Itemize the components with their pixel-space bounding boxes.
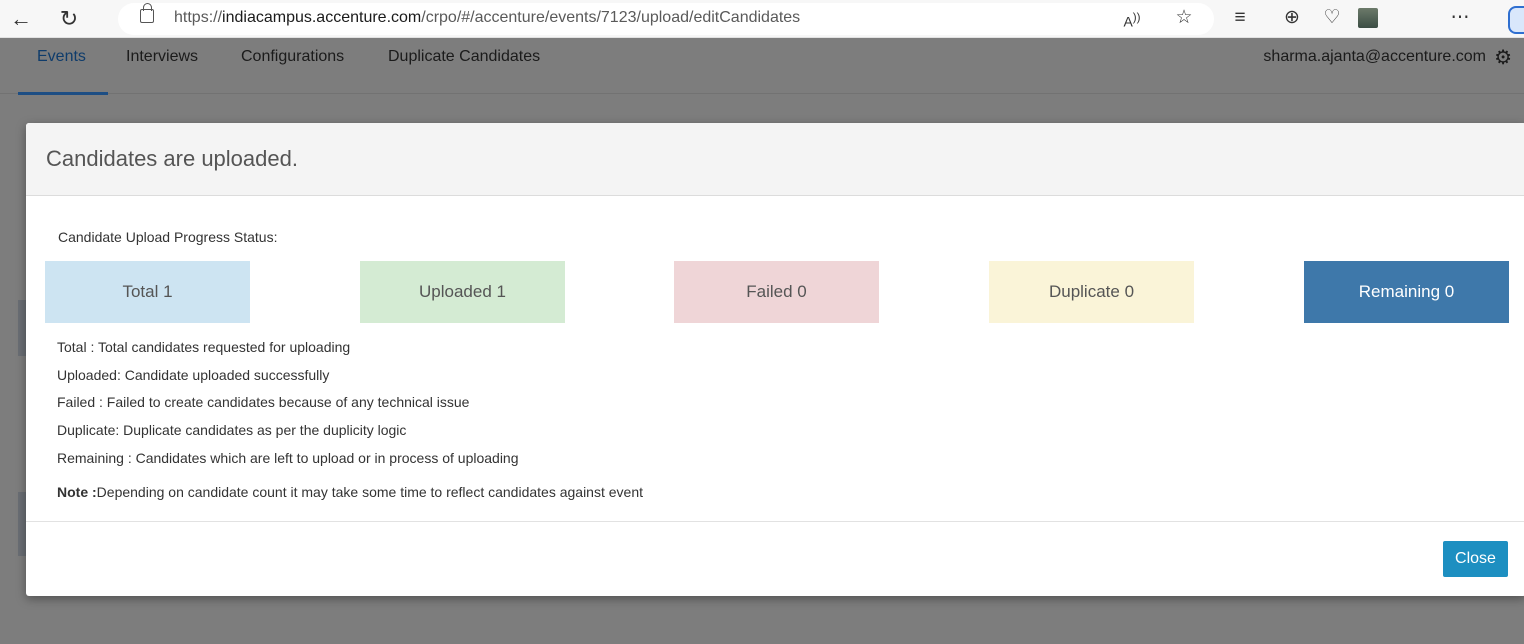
modal-title: Candidates are uploaded. <box>46 146 298 171</box>
legend-uploaded: Uploaded: Candidate uploaded successfull… <box>57 367 330 383</box>
legend-remaining: Remaining : Candidates which are left to… <box>57 450 519 466</box>
app-header: Events Interviews Configurations Duplica… <box>0 38 1524 95</box>
tab-duplicate-candidates[interactable]: Duplicate Candidates <box>388 48 540 66</box>
favorite-star-icon[interactable]: ☆ <box>1170 4 1198 32</box>
url-path: /crpo/#/accenture/events/7123/upload/edi… <box>421 9 801 26</box>
note-text: Depending on candidate count it may take… <box>96 484 643 500</box>
progress-status-label: Candidate Upload Progress Status: <box>58 229 278 245</box>
status-duplicate: Duplicate 0 <box>989 261 1194 323</box>
browser-health-icon[interactable]: ♡ <box>1318 4 1346 32</box>
profile-avatar[interactable] <box>1358 8 1378 28</box>
active-tab-indicator <box>18 92 108 95</box>
url-text[interactable]: https://indiacampus.accenture.com/crpo/#… <box>174 9 800 27</box>
upload-status-modal: Candidates are uploaded. Candidate Uploa… <box>26 123 1524 596</box>
status-remaining: Remaining 0 <box>1304 261 1509 323</box>
sidebar-toggle-icon[interactable] <box>1508 6 1524 34</box>
url-host: indiacampus.accenture.com <box>222 9 422 26</box>
close-button[interactable]: Close <box>1443 541 1508 577</box>
status-failed: Failed 0 <box>674 261 879 323</box>
refresh-icon[interactable]: ↻ <box>56 6 82 32</box>
status-uploaded: Uploaded 1 <box>360 261 565 323</box>
status-total: Total 1 <box>45 261 250 323</box>
collections-icon[interactable]: ⊕ <box>1278 4 1306 32</box>
favorites-list-icon[interactable]: ≡ <box>1226 4 1254 32</box>
more-menu-icon[interactable]: ⋯ <box>1446 4 1474 32</box>
modal-header: Candidates are uploaded. <box>26 123 1524 196</box>
background-card-edge <box>18 492 26 556</box>
browser-toolbar: ← ↻ https://indiacampus.accenture.com/cr… <box>0 0 1524 38</box>
legend-duplicate: Duplicate: Duplicate candidates as per t… <box>57 422 407 438</box>
background-card-edge <box>18 300 26 356</box>
gear-icon[interactable]: ⚙ <box>1494 45 1512 70</box>
legend-failed: Failed : Failed to create candidates bec… <box>57 394 470 410</box>
note-line: Note :Depending on candidate count it ma… <box>57 484 643 500</box>
tab-interviews[interactable]: Interviews <box>126 48 198 66</box>
user-email[interactable]: sharma.ajanta@accenture.com <box>1263 48 1486 66</box>
note-label: Note : <box>57 484 97 500</box>
legend-total: Total : Total candidates requested for u… <box>57 339 351 355</box>
tab-events[interactable]: Events <box>37 48 86 66</box>
url-prefix: https:// <box>174 9 223 26</box>
back-arrow-icon[interactable]: ← <box>8 6 34 32</box>
tab-configurations[interactable]: Configurations <box>241 48 344 66</box>
read-aloud-icon[interactable]: A)) <box>1118 4 1146 32</box>
modal-footer-divider <box>26 521 1524 522</box>
lock-icon[interactable] <box>140 3 154 23</box>
